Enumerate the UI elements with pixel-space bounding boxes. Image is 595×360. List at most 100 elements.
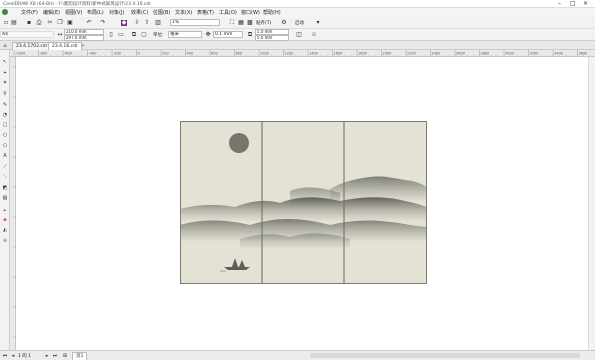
- menu-object[interactable]: 对象(J): [109, 9, 124, 16]
- menu-layout[interactable]: 布局(L): [87, 9, 104, 16]
- ink-landscape-screen[interactable]: [180, 121, 427, 284]
- export-icon[interactable]: ⇧: [144, 20, 150, 26]
- ruler-label: 2800: [481, 52, 490, 56]
- page-tab-1[interactable]: 页1: [72, 352, 88, 360]
- ruler-label: 3200: [530, 52, 539, 56]
- interactive-fill-icon[interactable]: ◈: [2, 217, 8, 223]
- redo-icon[interactable]: ↷: [100, 20, 106, 26]
- print-icon[interactable]: ⎙: [36, 20, 42, 26]
- close-icon[interactable]: ×: [583, 0, 588, 7]
- search-content-icon[interactable]: ◆: [121, 20, 127, 26]
- minimize-icon[interactable]: –: [558, 0, 561, 7]
- undo-icon[interactable]: ↶: [86, 20, 92, 26]
- zoom-level-field[interactable]: 1%: [170, 19, 220, 26]
- menu-help[interactable]: 帮助(H): [263, 9, 281, 16]
- document-tabs: ⌂ 23.4.1703.cdr 23.4.16.cdr +: [0, 41, 595, 50]
- copy-icon[interactable]: ❐: [57, 20, 63, 26]
- home-icon[interactable]: ⌂: [2, 43, 8, 49]
- ruler-label: -600: [64, 52, 72, 56]
- transparency-icon[interactable]: ▧: [2, 195, 8, 201]
- sun-shape: [229, 133, 249, 153]
- shape-tool-icon[interactable]: ⌖: [2, 70, 8, 76]
- nudge-distance-field[interactable]: 0.1 mm: [213, 31, 243, 38]
- pdf-icon[interactable]: ▥: [155, 20, 161, 26]
- cut-icon[interactable]: ✂: [47, 20, 53, 26]
- all-pages-icon[interactable]: ⧉: [131, 32, 137, 38]
- next-page-icon[interactable]: ▸: [44, 353, 50, 359]
- grid-icon[interactable]: ▩: [247, 20, 253, 26]
- portrait-icon[interactable]: ▯: [108, 32, 114, 38]
- app-logo-icon: [2, 9, 8, 15]
- menu-view[interactable]: 视图(V): [65, 9, 82, 16]
- new-document-icon[interactable]: ▫: [3, 20, 9, 26]
- menu-table[interactable]: 表格(T): [197, 9, 214, 16]
- options-gear-icon[interactable]: ⚙: [281, 20, 287, 26]
- menu-edit[interactable]: 编辑(E): [43, 9, 60, 16]
- chevron-down-icon[interactable]: ▾: [315, 20, 321, 26]
- horizontal-ruler: -1000 -800 -600 -400 -200 0 200 400 600 800 1000 12…: [10, 50, 595, 57]
- ruler-label: 800: [236, 52, 243, 56]
- menu-window[interactable]: 窗口(W): [241, 9, 260, 16]
- freehand-tool-icon[interactable]: ✎: [2, 102, 8, 108]
- tab-document-2[interactable]: 23.4.16.cdr: [48, 42, 82, 50]
- add-page-icon[interactable]: ⊕: [311, 32, 317, 38]
- last-page-icon[interactable]: ⏭: [52, 353, 58, 359]
- polygon-tool-icon[interactable]: ⬠: [2, 143, 8, 149]
- ruler-label: 1600: [334, 52, 343, 56]
- open-icon[interactable]: ▤: [11, 20, 17, 26]
- full-screen-icon[interactable]: ⛶: [229, 20, 235, 26]
- ruler-label: -400: [89, 52, 97, 56]
- width-icon: ↔: [57, 31, 63, 38]
- menu-text[interactable]: 文本(X): [175, 9, 192, 16]
- menu-file[interactable]: 文件(F): [21, 9, 38, 16]
- landscape-icon[interactable]: ▭: [118, 32, 124, 38]
- import-icon[interactable]: ⇩: [134, 20, 140, 26]
- units-dropdown[interactable]: 毫米: [168, 31, 202, 38]
- new-tab-icon[interactable]: +: [80, 43, 86, 49]
- maximize-icon[interactable]: □: [570, 0, 576, 7]
- tab-document-1[interactable]: 23.4.1703.cdr: [12, 42, 52, 50]
- ruler-label: 2400: [432, 52, 441, 56]
- horizontal-scrollbar[interactable]: [310, 353, 580, 358]
- treat-as-filled-icon[interactable]: ◫: [296, 32, 302, 38]
- ruler-label: 200: [162, 52, 169, 56]
- paste-icon[interactable]: ▣: [67, 20, 73, 26]
- add-page-status-icon[interactable]: ⊞: [62, 353, 68, 359]
- vertical-scrollbar[interactable]: [588, 57, 595, 350]
- ruler-label: 600: [211, 52, 218, 56]
- zoom-tool-icon[interactable]: ⚲: [2, 91, 8, 97]
- current-page-icon[interactable]: ▢: [141, 32, 147, 38]
- smart-fill-bucket-icon[interactable]: ◭: [2, 227, 8, 233]
- parallel-dimension-icon[interactable]: ⟋: [2, 164, 8, 170]
- prev-page-icon[interactable]: ◂: [10, 353, 16, 359]
- connector-tool-icon[interactable]: ⟍: [2, 174, 8, 180]
- rectangle-tool-icon[interactable]: □: [2, 122, 8, 128]
- ruler-label: 400: [187, 52, 194, 56]
- launch-dropdown[interactable]: 启动: [295, 20, 304, 26]
- page-size-dropdown[interactable]: A4: [0, 31, 54, 38]
- menu-tools[interactable]: 工具(O): [219, 9, 237, 16]
- show-rulers-icon[interactable]: ▦: [238, 20, 244, 26]
- ruler-label: 0: [138, 52, 140, 56]
- text-tool-icon[interactable]: A: [2, 153, 8, 159]
- ruler-label: 1400: [309, 52, 318, 56]
- crop-tool-icon[interactable]: ⌗: [2, 80, 8, 86]
- ruler-label: -800: [40, 52, 48, 56]
- ruler-label: 1200: [285, 52, 294, 56]
- ruler-label: 1800: [358, 52, 367, 56]
- add-tool-icon[interactable]: ⊕: [2, 238, 8, 244]
- ruler-label: 2600: [456, 52, 465, 56]
- standard-toolbar: ▫ ▤ ▪ ⎙ ✂ ❐ ▣ ↶ ↷ ◆ ⇩ ⇧ ▥ 1% ⛶ ▦ ▩ 贴齐(T)…: [0, 17, 595, 29]
- ellipse-tool-icon[interactable]: ○: [2, 132, 8, 138]
- menu-effects[interactable]: 效果(C): [131, 9, 148, 16]
- pick-tool-icon[interactable]: ↖: [2, 59, 8, 65]
- menu-bitmaps[interactable]: 位图(B): [153, 9, 170, 16]
- drop-shadow-icon[interactable]: ◩: [2, 185, 8, 191]
- save-icon[interactable]: ▪: [26, 20, 32, 26]
- snap-to-dropdown[interactable]: 贴齐(T): [256, 20, 271, 26]
- eyedropper-icon[interactable]: ⟀: [2, 207, 8, 213]
- window-title: CorelDRAW X8 (64-Bit) - F:\墨韵设计资料\新中式屏风设…: [3, 2, 152, 7]
- smart-fill-icon[interactable]: ◔: [2, 112, 8, 118]
- first-page-icon[interactable]: ⏮: [2, 353, 8, 359]
- property-bar: A4 ↔ 210.0 mm 297.0 mm ▯ ▭ ⧉ ▢ 单位: 毫米 ✥ …: [0, 29, 595, 41]
